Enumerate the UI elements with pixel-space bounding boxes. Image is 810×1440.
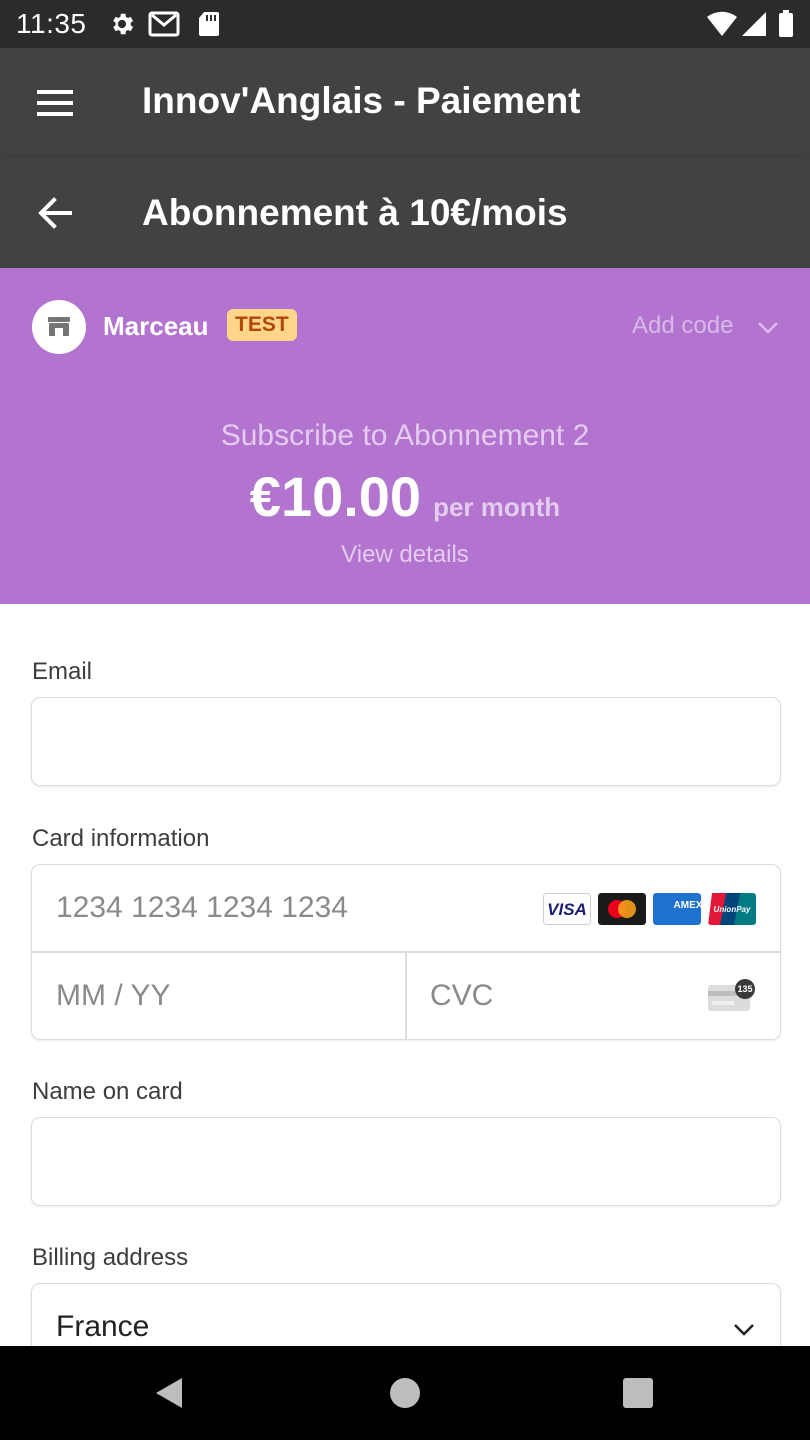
page-title: Abonnement à 10€/mois: [142, 192, 568, 233]
app-title: Innov'Anglais - Paiement: [142, 80, 581, 121]
card-info-label: Card information: [32, 825, 210, 852]
battery-icon: [779, 10, 793, 37]
settings-icon: [113, 13, 134, 35]
status-time: 11:35: [16, 8, 87, 39]
cvc-card-icon: 135: [708, 979, 755, 1011]
wifi-icon: [707, 11, 737, 37]
visa-icon: VISA: [543, 893, 591, 925]
card-info-group: 1234 1234 1234 1234 VISA AMEX UnionPay M…: [31, 864, 781, 1040]
price-amount: €10.00: [249, 465, 422, 528]
email-field[interactable]: [31, 697, 781, 786]
sd-card-icon: [199, 12, 219, 36]
nav-home-icon[interactable]: [389, 1377, 421, 1409]
nav-recents-icon[interactable]: [622, 1377, 654, 1409]
billing-label: Billing address: [32, 1244, 189, 1271]
merchant-name: Marceau: [103, 311, 209, 341]
gmail-icon: [148, 11, 180, 37]
card-number-input[interactable]: 1234 1234 1234 1234: [56, 891, 348, 925]
country-value: France: [56, 1310, 150, 1343]
add-code-button[interactable]: Add code: [632, 312, 733, 340]
app-bar: Innov'Anglais - Paiement: [0, 48, 810, 158]
chevron-down-icon[interactable]: [756, 320, 780, 336]
test-badge: TEST: [227, 309, 297, 341]
menu-icon[interactable]: [37, 88, 73, 118]
price-row: €10.00 per month: [0, 464, 810, 529]
amex-text: AMEX: [674, 900, 701, 911]
expiry-input[interactable]: MM / YY: [56, 979, 170, 1013]
merchant-avatar: [32, 300, 86, 354]
name-field[interactable]: [31, 1117, 781, 1206]
cvc-input[interactable]: CVC: [430, 979, 493, 1013]
store-icon: [48, 317, 70, 336]
sub-bar: Abonnement à 10€/mois: [0, 158, 810, 268]
signal-icon: [742, 12, 766, 36]
amex-icon: AMEX: [653, 893, 701, 925]
back-arrow-icon[interactable]: [36, 194, 74, 232]
visa-text: VISA: [547, 900, 587, 919]
unionpay-text: UnionPay: [714, 905, 751, 914]
email-label: Email: [32, 658, 93, 685]
mastercard-icon: [598, 893, 646, 925]
unionpay-icon: UnionPay: [708, 893, 756, 925]
chevron-down-icon: [734, 1324, 754, 1336]
name-label: Name on card: [32, 1078, 183, 1105]
nav-back-icon[interactable]: [152, 1376, 186, 1410]
view-details-link[interactable]: View details: [0, 541, 810, 569]
card-divider-vertical: [405, 952, 407, 1039]
cvc-hint-text: 135: [737, 984, 752, 994]
status-bar: 11:35: [0, 0, 810, 48]
navigation-bar: [0, 1346, 810, 1440]
checkout-summary: Marceau TEST Add code Subscribe to Abonn…: [0, 268, 810, 604]
price-period: per month: [433, 492, 561, 522]
subscribe-title: Subscribe to Abonnement 2: [220, 419, 590, 452]
